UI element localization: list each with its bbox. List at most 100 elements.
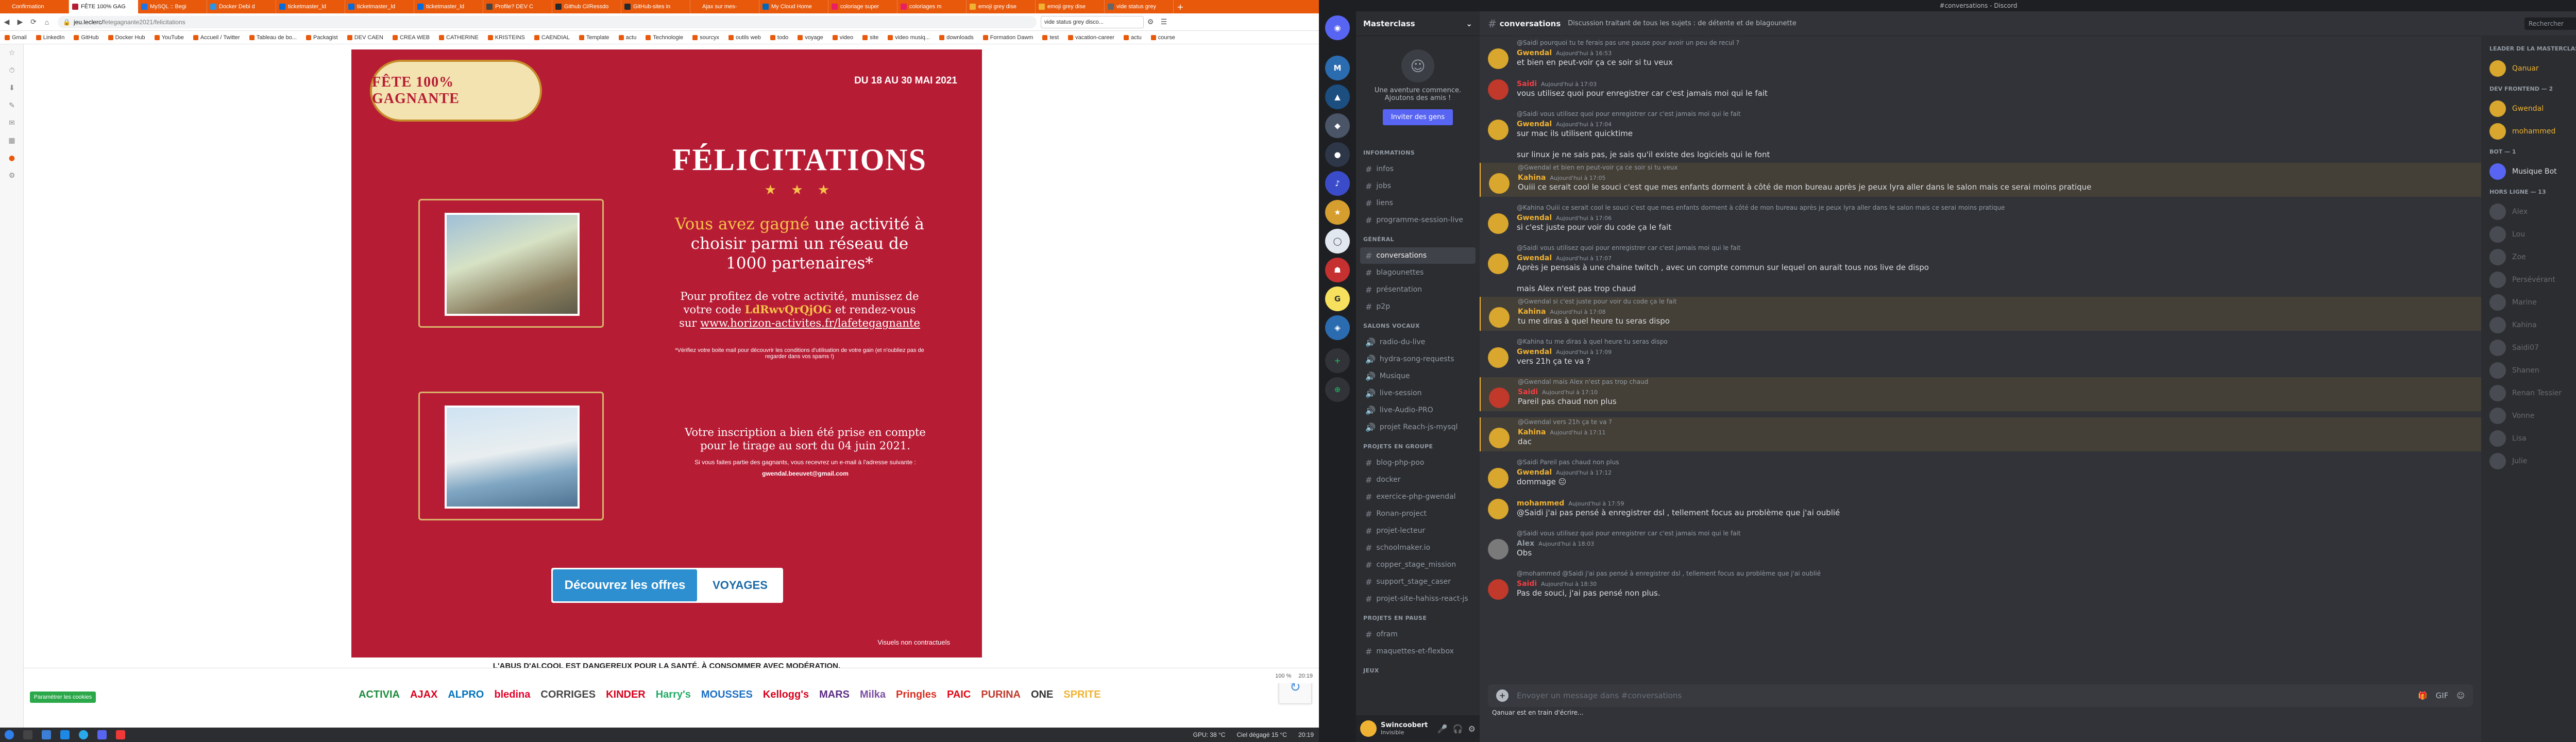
bookmark-item[interactable]: CREA WEB — [388, 35, 434, 41]
microphone-icon[interactable]: 🎤 — [1437, 724, 1448, 734]
bookmark-item[interactable]: actu — [614, 35, 641, 41]
files-icon[interactable] — [37, 728, 56, 742]
reply-preview[interactable]: @Saidi Pareil pas chaud non plus — [1517, 458, 2481, 467]
bookmark-item[interactable]: KRISTEINS — [483, 35, 530, 41]
menu-icon[interactable]: ☰ — [1157, 15, 1171, 29]
bookmark-icon[interactable]: ☆ — [0, 44, 24, 62]
vscode-icon[interactable] — [56, 728, 74, 742]
horizon-link[interactable]: www.horizon-activites.fr/lafetegagnante — [700, 317, 920, 329]
search-input[interactable]: vide status grey disco... — [1041, 15, 1144, 28]
bookmark-item[interactable]: Gmail — [0, 35, 31, 41]
browser-tab[interactable]: FÊTE 100% GAG — [69, 0, 138, 13]
message-author[interactable]: Saidi — [1517, 80, 1537, 88]
avatar[interactable] — [1488, 539, 1509, 560]
message-author[interactable]: Kahina — [1518, 428, 1546, 436]
avatar[interactable] — [1489, 173, 1510, 194]
channel-item[interactable]: # infos — [1360, 161, 1476, 177]
browser-tab[interactable]: Profile? DEV C — [483, 0, 552, 13]
server-icon[interactable]: ▲ — [1325, 85, 1350, 109]
invite-people-button[interactable]: Inviter des gens — [1382, 109, 1453, 125]
bookmark-item[interactable]: YouTube — [150, 35, 189, 41]
bookmark-item[interactable]: CATHERINE — [434, 35, 483, 41]
reply-preview[interactable]: @Saidi vous utilisez quoi pour enregistr… — [1517, 529, 2481, 538]
avatar[interactable] — [1488, 499, 1509, 519]
bookmark-item[interactable]: Accueil / Twitter — [189, 35, 245, 41]
channel-category[interactable]: SALONS VOCAUX — [1363, 323, 1420, 329]
reply-preview[interactable]: @Kahina tu me diras à quel heure tu sera… — [1517, 337, 2481, 346]
headphones-icon[interactable]: 🎧 — [1453, 724, 1463, 734]
message-author[interactable]: Gwendal — [1517, 254, 1552, 262]
channel-item[interactable]: # schoolmaker.io — [1360, 539, 1476, 556]
message-author[interactable]: Saidi — [1518, 388, 1538, 396]
server-icon[interactable]: ● — [1325, 142, 1350, 167]
channel-category[interactable]: INFORMATIONS — [1363, 149, 1415, 156]
channel-item[interactable]: # exercice-php-gwendal — [1360, 488, 1476, 505]
server-icon[interactable]: ★ — [1325, 200, 1350, 225]
message-author[interactable]: mohammed — [1517, 499, 1564, 508]
discord-home-icon[interactable]: ◉ — [1325, 15, 1350, 40]
terminal-icon[interactable] — [19, 728, 37, 742]
member-item[interactable]: Zoe — [2485, 246, 2576, 268]
telegram-icon[interactable] — [74, 728, 93, 742]
message-author[interactable]: Kahina — [1518, 308, 1546, 316]
channel-item[interactable]: # programme-session-live — [1360, 212, 1476, 228]
channel-category[interactable]: PROJETS EN PAUSE — [1363, 615, 1427, 621]
bookmark-item[interactable]: Formation Dawm — [978, 35, 1038, 41]
member-item[interactable]: Julie — [2485, 450, 2576, 472]
download-icon[interactable]: ⬇ — [0, 79, 24, 97]
member-item[interactable]: mohammed — [2485, 121, 2576, 142]
avatar[interactable] — [1488, 579, 1509, 600]
server-icon[interactable]: ☗ — [1325, 258, 1350, 282]
browser-tab[interactable]: Github Cl/Ressdo — [552, 0, 621, 13]
channel-item[interactable]: 🔊 Musique — [1360, 368, 1476, 384]
avatar[interactable] — [1488, 48, 1509, 69]
extensions-icon[interactable]: ⚙ — [1144, 15, 1157, 29]
reply-preview[interactable]: @Saidi vous utilisez quoi pour enregistr… — [1517, 109, 2481, 119]
search-input[interactable]: Rechercher — [2524, 17, 2576, 30]
bookmark-item[interactable]: video musiq... — [883, 35, 935, 41]
bookmark-item[interactable]: Packagist — [301, 35, 343, 41]
channel-item[interactable]: # docker — [1360, 471, 1476, 488]
member-item[interactable]: Qanuar — [2485, 58, 2576, 79]
start-icon[interactable] — [0, 728, 19, 742]
history-icon[interactable]: ⏱ — [0, 62, 24, 79]
channel-item[interactable]: # présentation — [1360, 281, 1476, 298]
add-attachment-icon[interactable]: + — [1496, 689, 1509, 702]
bookmark-item[interactable]: site — [858, 35, 883, 41]
browser-tab[interactable]: ticketmaster_ld — [345, 0, 414, 13]
avatar[interactable] — [1489, 387, 1510, 408]
member-item[interactable]: Renan Tessier — [2485, 382, 2576, 404]
browser-tab[interactable]: GitHub-sites in — [621, 0, 690, 13]
bookmark-item[interactable]: GitHub — [69, 35, 103, 41]
avatar[interactable] — [1360, 720, 1377, 737]
channel-item[interactable]: # conversations — [1360, 247, 1476, 264]
message-author[interactable]: Saidi — [1517, 580, 1537, 588]
channel-item[interactable]: # support_stage_caser — [1360, 574, 1476, 590]
vivaldi-icon[interactable] — [111, 728, 130, 742]
discord-taskbar-icon[interactable] — [93, 728, 111, 742]
channel-item[interactable]: # ofram — [1360, 626, 1476, 643]
browser-tab[interactable]: Ajax sur mes- — [690, 0, 759, 13]
bookmark-item[interactable]: DEV CAEN — [343, 35, 388, 41]
alert-icon[interactable]: ● — [0, 149, 24, 167]
browser-tab[interactable]: My Cloud Home — [759, 0, 828, 13]
bookmark-item[interactable]: outils web — [724, 35, 766, 41]
channel-item[interactable]: # jobs — [1360, 178, 1476, 194]
bookmark-item[interactable]: CAENDIAL — [530, 35, 574, 41]
browser-tab[interactable]: vide status grey — [1105, 0, 1174, 13]
message-author[interactable]: Alex — [1517, 539, 1534, 548]
emoji-icon[interactable]: ☺ — [2456, 691, 2465, 700]
address-bar[interactable]: 🔒 jeu.leclerc/ fetegagnante2021/felicita… — [58, 15, 1037, 28]
cookie-preferences-button[interactable]: Paramétrer les cookies — [30, 692, 96, 703]
discover-offers-button[interactable]: Découvrez les offres VOYAGES — [551, 568, 783, 603]
mail-icon[interactable]: ✉ — [0, 114, 24, 132]
member-item[interactable]: Saidi07 — [2485, 337, 2576, 359]
settings-icon[interactable]: ⚙ — [0, 167, 24, 184]
channel-item[interactable]: 🔊 live-Audio-PRO — [1360, 402, 1476, 418]
bookmark-item[interactable]: LinkedIn — [31, 35, 70, 41]
message-author[interactable]: Gwendal — [1517, 468, 1552, 477]
zoom-level[interactable]: 100 % — [1275, 673, 1291, 679]
gear-icon[interactable]: ⚙ — [1468, 724, 1476, 734]
channel-item[interactable]: # liens — [1360, 195, 1476, 211]
member-item[interactable]: Musique Bot — [2485, 161, 2576, 182]
